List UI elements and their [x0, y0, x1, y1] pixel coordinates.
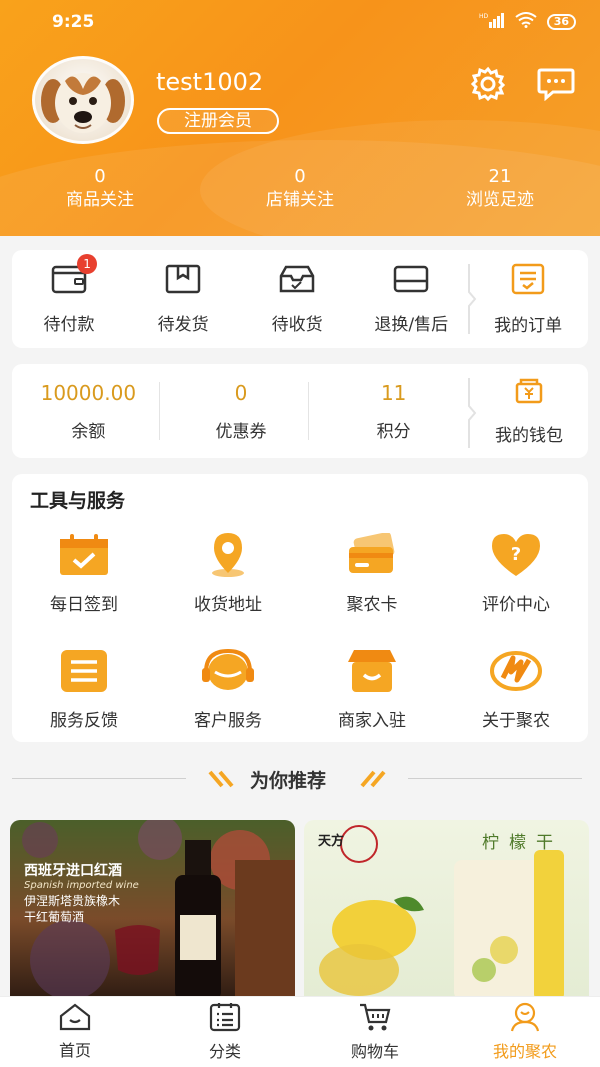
- order-return-aftersale[interactable]: 退换/售后: [354, 250, 468, 348]
- stat-store-follow[interactable]: 0 店铺关注: [200, 166, 400, 212]
- list-icon: [56, 646, 112, 696]
- balance-item[interactable]: 10000.00 余额: [12, 364, 165, 458]
- signal-icon: HD: [479, 12, 505, 32]
- heart-question-icon: ?: [488, 530, 544, 580]
- cart-icon: [358, 1002, 392, 1036]
- points-item[interactable]: 11 积分: [317, 364, 470, 458]
- username: test1002: [156, 68, 264, 96]
- tool-service-feedback[interactable]: 服务反馈: [12, 646, 156, 731]
- my-wallet-button[interactable]: 我的钱包: [470, 364, 588, 458]
- wine-subtitle: Spanish imported wine: [24, 880, 139, 891]
- settings-button[interactable]: [468, 66, 508, 106]
- wine-title: 西班牙进口红酒: [24, 863, 122, 879]
- svg-text:?: ?: [511, 544, 521, 565]
- battery-icon: 36: [546, 14, 576, 30]
- bottom-tab-bar: 首页 分类 购物车 我的聚农: [0, 996, 600, 1067]
- store-icon: [344, 646, 400, 696]
- home-icon: [58, 1003, 92, 1035]
- messages-button[interactable]: [536, 66, 576, 106]
- tab-home[interactable]: 首页: [0, 997, 150, 1067]
- tools-card: 工具与服务 每日签到 收货地址 聚农卡 ? 评价中心 服务反馈 客户服务 商家入…: [12, 474, 588, 742]
- card-icon: [344, 530, 400, 580]
- order-pending-shipment[interactable]: 待发货: [126, 250, 240, 348]
- tool-junong-card[interactable]: 聚农卡: [300, 530, 444, 615]
- recommend-divider: 为你推荐: [0, 760, 600, 796]
- slash-decoration-icon: [208, 770, 240, 792]
- gear-icon: [470, 66, 506, 106]
- profile-header: 9:25 HD 36 test1002 注册会员 0 商品关注 0 店铺关注 2…: [0, 0, 600, 236]
- calendar-check-icon: [56, 530, 112, 580]
- wifi-icon: [515, 12, 537, 32]
- category-icon: [208, 1002, 242, 1036]
- wallet-icon: 1: [51, 253, 98, 298]
- my-orders-button[interactable]: 我的订单: [468, 250, 588, 348]
- order-list-icon: [510, 263, 546, 299]
- status-bar: 9:25 HD 36: [0, 0, 600, 44]
- profile-stats: 0 商品关注 0 店铺关注 21 浏览足迹: [0, 166, 600, 212]
- divider-arrow: [468, 264, 477, 334]
- tab-my-junong[interactable]: 我的聚农: [450, 997, 600, 1067]
- headset-icon: [200, 646, 256, 696]
- tab-category[interactable]: 分类: [150, 997, 300, 1067]
- tool-shipping-address[interactable]: 收货地址: [156, 530, 300, 615]
- orders-card: 1 待付款 待发货 待收货 退换/售后 我的订单: [12, 250, 588, 348]
- lemon-brand: 天方: [318, 834, 345, 849]
- profile-icon: [508, 1002, 542, 1036]
- stat-product-follow[interactable]: 0 商品关注: [0, 166, 200, 212]
- recommend-title: 为你推荐: [250, 770, 327, 792]
- wine-line1: 伊涅斯塔贵族橡木: [24, 894, 121, 908]
- wine-line2: 干红葡萄酒: [24, 910, 85, 924]
- tool-daily-checkin[interactable]: 每日签到: [12, 530, 156, 615]
- box-icon: [165, 264, 201, 298]
- stat-browse-history[interactable]: 21 浏览足迹: [400, 166, 600, 212]
- tool-merchant-join[interactable]: 商家入驻: [300, 646, 444, 731]
- svg-text:HD: HD: [479, 13, 489, 20]
- tool-customer-service[interactable]: 客户服务: [156, 646, 300, 731]
- tab-cart[interactable]: 购物车: [300, 997, 450, 1067]
- member-badge-button[interactable]: 注册会员: [157, 108, 279, 134]
- logo-icon: [488, 646, 544, 696]
- wallet-card: 10000.00 余额 0 优惠券 11 积分 我的钱包: [12, 364, 588, 458]
- slash-decoration-icon: [354, 770, 386, 792]
- chat-bubble-icon: [537, 67, 575, 105]
- wallet-yuan-icon: [514, 377, 544, 409]
- coupons-item[interactable]: 0 优惠券: [165, 364, 318, 458]
- product-card-wine[interactable]: 西班牙进口红酒 Spanish imported wine 伊涅斯塔贵族橡木 干…: [10, 820, 295, 1000]
- order-pending-payment[interactable]: 1 待付款: [12, 250, 126, 348]
- tool-about-junong[interactable]: 关于聚农: [444, 646, 588, 731]
- return-icon: [393, 264, 429, 298]
- tool-review-center[interactable]: ? 评价中心: [444, 530, 588, 615]
- status-time: 9:25: [52, 12, 95, 32]
- location-pin-icon: [200, 530, 256, 580]
- avatar[interactable]: [32, 56, 134, 144]
- product-card-lemon[interactable]: 天方 柠檬干: [304, 820, 589, 1000]
- divider-arrow: [468, 378, 477, 448]
- receive-icon: [279, 264, 315, 298]
- lemon-title: 柠檬干: [482, 833, 563, 853]
- order-pending-receipt[interactable]: 待收货: [240, 250, 354, 348]
- pending-payment-badge: 1: [77, 253, 98, 274]
- tools-title: 工具与服务: [30, 490, 126, 512]
